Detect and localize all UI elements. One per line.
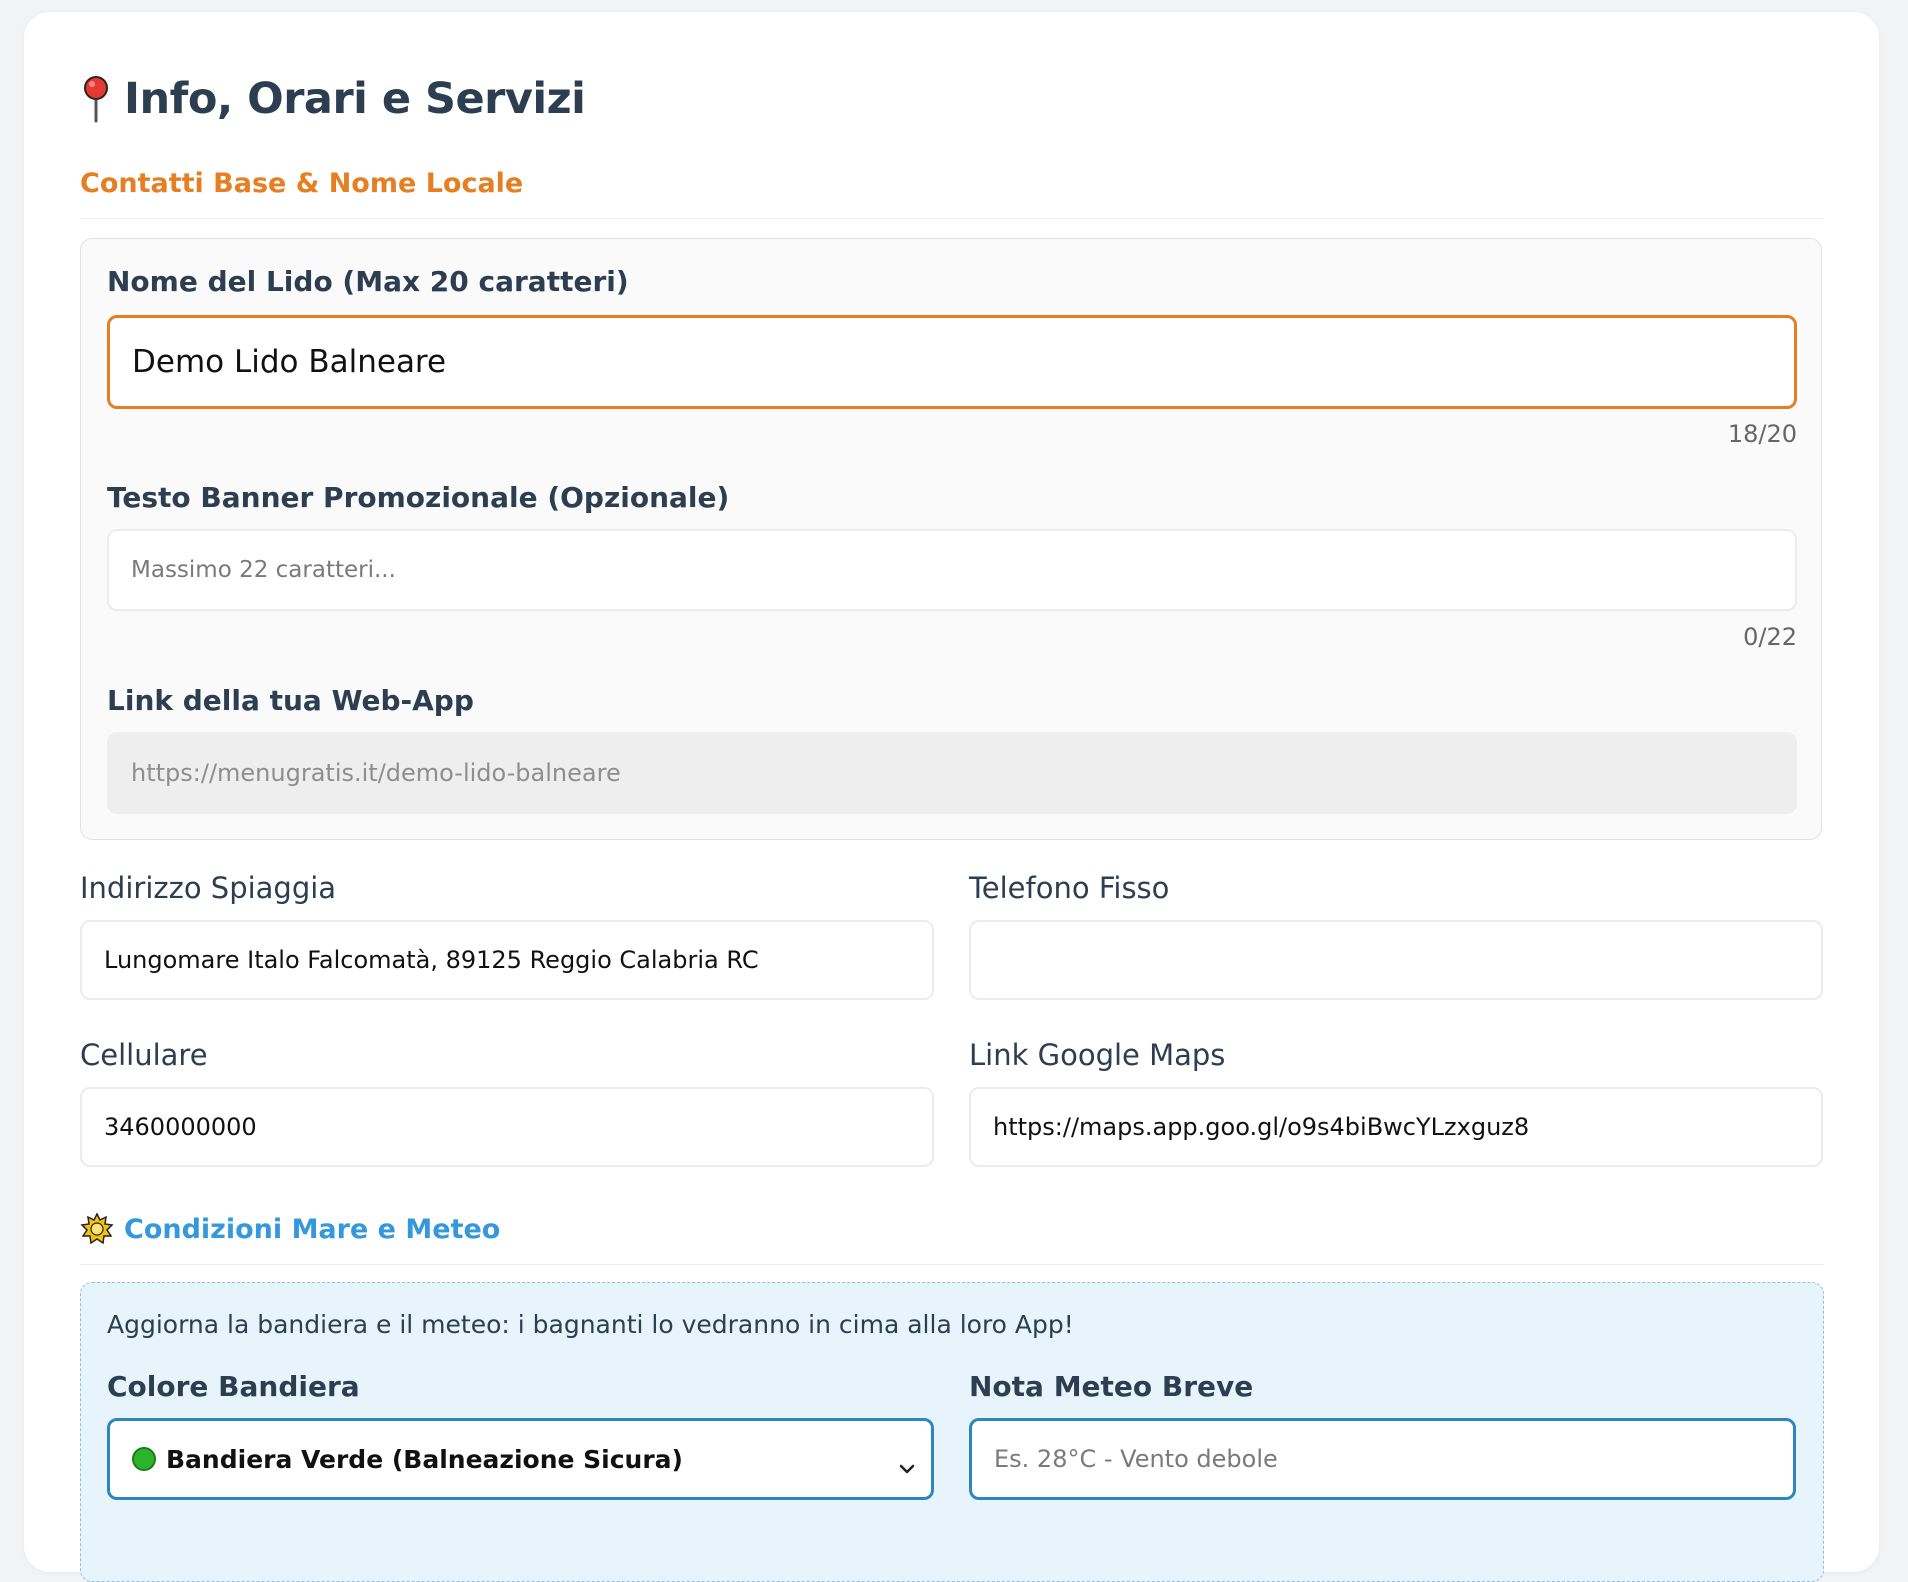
meteo-section-title: Condizioni Mare e Meteo [80,1212,500,1246]
sun-cloud-icon [80,1212,114,1246]
page-title-text: Info, Orari e Servizi [124,74,586,124]
weather-note-label: Nota Meteo Breve [969,1370,1254,1403]
maps-label: Link Google Maps [969,1038,1226,1072]
banner-label: Testo Banner Promozionale (Opzionale) [107,481,730,514]
flag-color-selected-value: Bandiera Verde (Balneazione Sicura) [166,1444,683,1474]
flag-color-select[interactable]: Bandiera Verde (Balneazione Sicura) [107,1418,934,1500]
flag-color-label: Colore Bandiera [107,1370,360,1403]
web-app-link-field: https://menugratis.it/demo-lido-balneare [107,732,1797,814]
maps-link-input[interactable]: https://maps.app.goo.gl/o9s4biBwcYLzxguz… [969,1087,1823,1167]
address-input[interactable]: Lungomare Italo Falcomatà, 89125 Reggio … [80,920,934,1000]
banner-char-counter: 0/22 [1743,623,1797,651]
lido-name-input[interactable]: Demo Lido Balneare [107,315,1797,409]
page-title: Info, Orari e Servizi [80,66,586,132]
landline-input[interactable] [969,920,1823,1000]
green-circle-icon [132,1447,156,1471]
chevron-down-icon [899,1453,915,1474]
meteo-hint-text: Aggiorna la bandiera e il meteo: i bagna… [107,1310,1074,1339]
name-label: Nome del Lido (Max 20 caratteri) [107,265,629,298]
banner-text-input[interactable]: Massimo 22 caratteri... [107,529,1797,611]
section-divider [80,218,1824,219]
landline-label: Telefono Fisso [969,871,1170,905]
pushpin-icon [80,75,112,123]
web-app-link-label: Link della tua Web-App [107,684,474,717]
name-char-counter: 18/20 [1727,420,1797,448]
meteo-section-title-text: Condizioni Mare e Meteo [124,1213,501,1245]
mobile-label: Cellulare [80,1038,208,1072]
section-divider [80,1264,1824,1265]
weather-note-input[interactable]: Es. 28°C - Vento debole [969,1418,1796,1500]
mobile-input[interactable]: 3460000000 [80,1087,934,1167]
contacts-section-title: Contatti Base & Nome Locale [80,168,524,199]
address-label: Indirizzo Spiaggia [80,871,337,905]
